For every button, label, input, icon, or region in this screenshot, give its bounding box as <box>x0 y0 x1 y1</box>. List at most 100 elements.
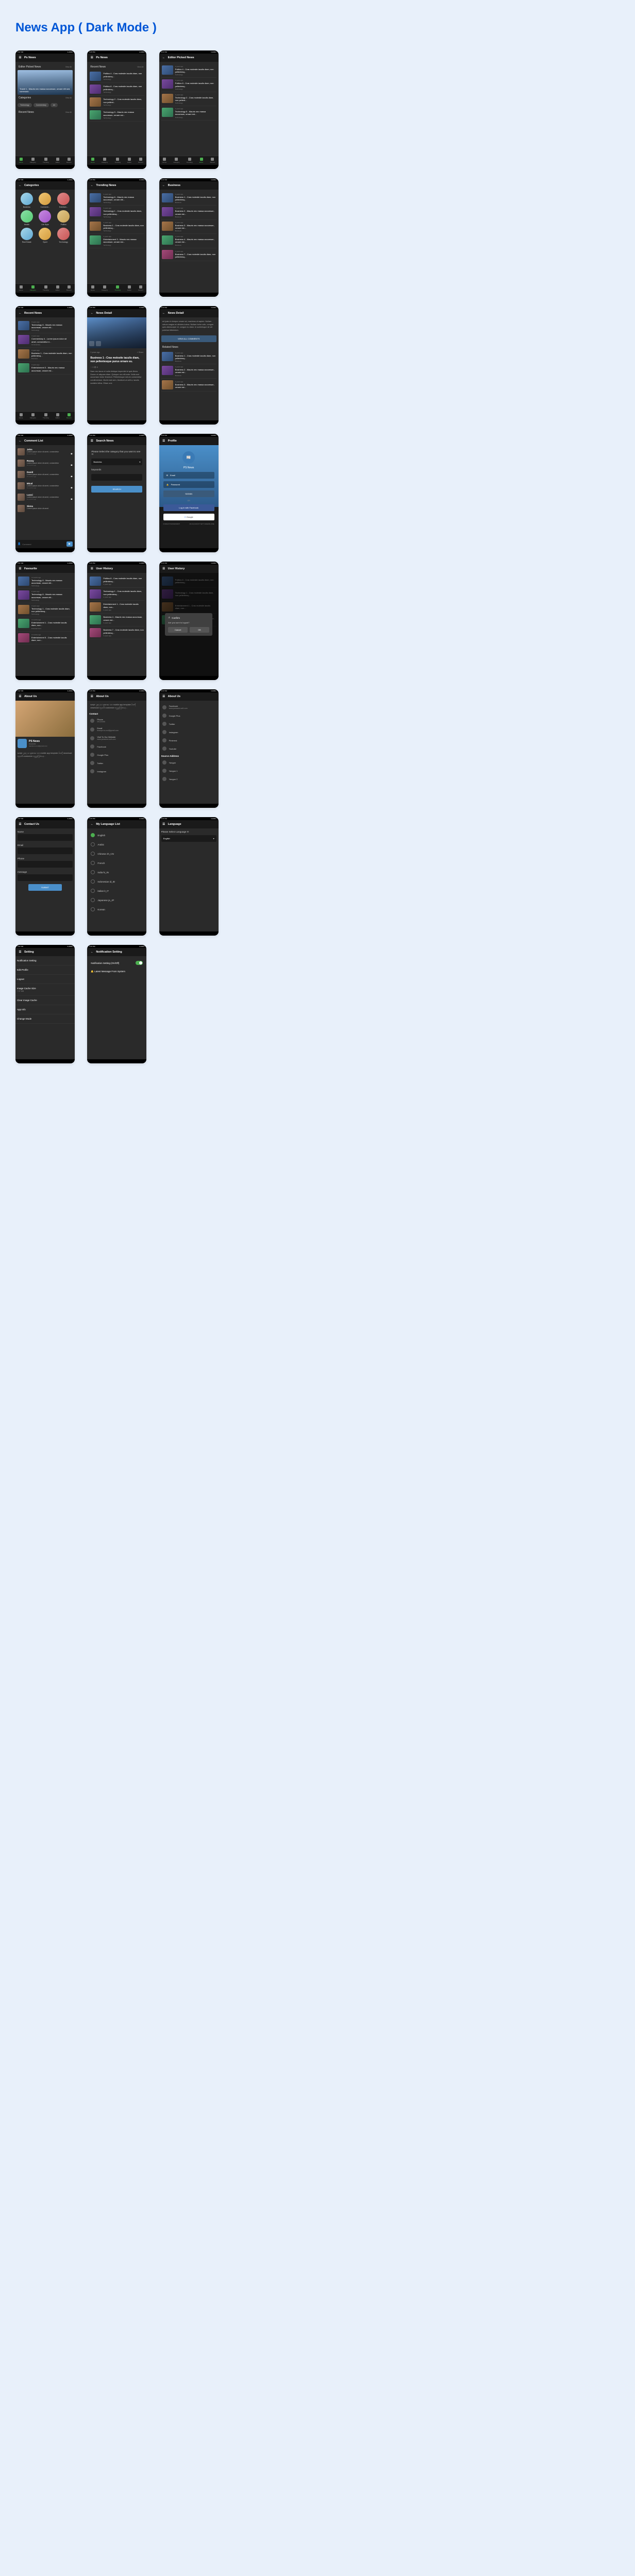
email-input[interactable] <box>18 848 73 854</box>
news-item[interactable]: 3 years agoTechnology 1 - Cras molestie … <box>89 206 144 219</box>
social-twitter[interactable]: Twitter <box>89 759 144 767</box>
language-item[interactable]: English <box>89 831 144 840</box>
tab-category[interactable]: Category <box>30 158 36 163</box>
news-item[interactable]: 4 years agoTechnology 5 - Mauris nec mas… <box>161 106 216 120</box>
address-item[interactable]: Yangon <box>161 758 216 767</box>
news-item[interactable]: 3 months agoTechnology 6 - Mauris nec ma… <box>18 575 73 589</box>
social-facebook[interactable]: Facebook <box>89 742 144 751</box>
category-item[interactable]: Health <box>19 210 35 226</box>
news-item[interactable]: Entertainment 1 - Cras molestie iaculis … <box>89 601 144 614</box>
back-icon[interactable]: ← <box>162 56 166 60</box>
language-item[interactable]: Arabic <box>89 840 144 849</box>
category-item[interactable]: Sport <box>37 228 54 243</box>
cancel-button[interactable]: Cancel <box>168 627 188 633</box>
news-item[interactable]: Technology 5 - Mauris nec massa accumsan… <box>89 109 144 122</box>
menu-icon[interactable]: ☰ <box>90 439 94 443</box>
email-field[interactable]: ✉Email <box>163 472 214 479</box>
social-pinterest[interactable]: Pinterest <box>161 736 216 744</box>
category-select[interactable]: Business▾ <box>91 459 142 465</box>
news-item[interactable]: 4 years agoPolitics 4 - Cras molestie ia… <box>161 64 216 78</box>
news-item[interactable]: 3 years agoBusiness 1 - Cras molestie ia… <box>18 348 73 362</box>
social-facebook[interactable]: Facebookwww.panacea-soft.com <box>161 703 216 711</box>
news-item[interactable]: Politics 8 - Cras molestie iaculis diam,… <box>89 83 144 96</box>
tab-home[interactable]: Home <box>91 285 95 291</box>
tab-category[interactable]: Category <box>30 285 36 291</box>
view-all-link[interactable]: View All <box>65 66 72 68</box>
tab-recent[interactable]: Recent <box>66 158 72 163</box>
news-item[interactable]: Business 4 - Mauris nec massa accumsan, … <box>89 614 144 626</box>
news-item[interactable]: 3 years agoBusiness 1 - Cras molestie ia… <box>161 350 216 364</box>
submit-button[interactable]: SUBMIT <box>28 884 61 891</box>
menu-icon[interactable]: ☰ <box>162 822 166 826</box>
tab-trending[interactable]: Trending <box>43 413 49 419</box>
news-item[interactable]: Politics 8 - Cras molestie iaculis diam,… <box>89 575 144 588</box>
forgot-password-link[interactable]: FORGOT PASSWORD? <box>163 523 180 525</box>
social-instagram[interactable]: Instagram <box>89 767 144 775</box>
category-item[interactable]: Comment... <box>37 193 54 208</box>
tab-recent[interactable]: Recent <box>138 285 143 291</box>
ok-button[interactable]: OK <box>190 627 209 633</box>
view-all-link[interactable]: View All <box>65 97 72 99</box>
news-item[interactable]: Business 7 - Cras molestie iaculis diam,… <box>89 626 144 639</box>
category-item[interactable]: Real Estate <box>19 228 35 243</box>
comment-item[interactable]: JohnLorem ipsum dolor sit amet, consecte… <box>16 446 74 457</box>
news-item[interactable]: 3 months agoEntertainment 5 - Cras moles… <box>18 632 73 645</box>
language-item[interactable]: Korean <box>89 905 144 914</box>
search-button[interactable]: SEARCH <box>91 486 142 493</box>
tab-home[interactable]: Home <box>19 285 23 291</box>
latest-message-row[interactable]: 🔔 Latest Message From System <box>89 968 144 976</box>
chip[interactable]: Art <box>51 103 58 107</box>
news-item[interactable]: 3 years agoEntertainment 3 - Mauris nec … <box>89 234 144 248</box>
news-item[interactable]: 3 years agoTechnology 6 - Mauris nec mas… <box>89 192 144 206</box>
hero-card[interactable]: Travel 1 - Mauris nec massa accumsan, or… <box>18 70 73 95</box>
facebook-login-button[interactable]: Log in with Facebook <box>163 504 214 511</box>
setting-change-mode[interactable]: Change Mode <box>15 1014 75 1024</box>
news-item[interactable]: 3 years agoBusiness 2 - Mauris nec massa… <box>161 206 216 219</box>
category-item[interactable]: Politics <box>55 210 72 226</box>
news-item[interactable]: 3 months agoEntertainment 1 - Cras moles… <box>18 617 73 631</box>
signin-button[interactable]: SIGNIN <box>163 490 214 497</box>
tab-recent[interactable]: Recent <box>66 285 72 291</box>
comment-item[interactable]: RoosyLorem ipsum dolor sit amet, consect… <box>16 457 74 469</box>
social-instagram[interactable]: Instagram <box>161 728 216 736</box>
contact-email[interactable]: Emailteamps.is.cool@gmail.com <box>89 725 144 734</box>
news-item[interactable]: 3 years agoBusiness 1 - Cras molestie ia… <box>161 192 216 206</box>
back-icon[interactable]: ← <box>90 311 94 315</box>
tab-home[interactable]: Home <box>91 158 95 163</box>
menu-icon[interactable]: ☰ <box>90 694 94 699</box>
menu-icon[interactable]: ☰ <box>18 950 22 954</box>
setting-cache-size[interactable]: Image Cache Size7.37 MB <box>15 984 75 996</box>
name-input[interactable] <box>18 834 73 841</box>
language-item[interactable]: italian it_IT <box>89 886 144 895</box>
menu-icon[interactable]: ☰ <box>18 822 22 826</box>
language-item[interactable]: Japanese ja_JP <box>89 895 144 905</box>
chip[interactable]: Commentary <box>34 103 49 107</box>
contact-website[interactable]: Visit To Our Websitewww.panacea-soft.com <box>89 734 144 742</box>
setting-notification[interactable]: Notification Setting <box>15 956 75 965</box>
news-item[interactable]: Politics 4 - Cras molestie iaculis diam,… <box>89 70 144 83</box>
news-item[interactable]: 4 years agoTechnology 2 - Cras molestie … <box>161 92 216 106</box>
tab-editor[interactable]: Editor <box>199 158 204 163</box>
tab-home[interactable]: Home <box>19 413 23 419</box>
phone-input[interactable] <box>18 861 73 868</box>
password-field[interactable]: 🔒Password <box>163 481 214 488</box>
language-item[interactable]: Chinese zh_CN <box>89 849 144 858</box>
tab-category[interactable]: Category <box>102 158 108 163</box>
send-button[interactable]: ▶ <box>66 541 73 547</box>
news-item[interactable]: 4 years agoBusiness 3 - Mauris nec massa… <box>161 379 216 392</box>
social-googleplus[interactable]: Google Plus <box>161 711 216 720</box>
tab-editor[interactable]: Editor <box>56 285 60 291</box>
setting-logout[interactable]: Logout <box>15 975 75 984</box>
back-icon[interactable]: ← <box>18 311 22 315</box>
news-item[interactable]: 3 years agoTechnology 1 - Cras molestie … <box>18 603 73 617</box>
tab-trending[interactable]: Trending <box>43 158 49 163</box>
setting-clear-cache[interactable]: Clear Image Cache <box>15 996 75 1005</box>
news-item[interactable]: 2 years agoBusiness 3 - Mauris nec massa… <box>161 220 216 234</box>
view-all-link[interactable]: View All <box>137 66 143 68</box>
share-icon[interactable] <box>96 341 101 346</box>
language-item[interactable]: French <box>89 858 144 868</box>
back-icon[interactable]: ← <box>162 311 166 315</box>
notification-toggle[interactable] <box>136 961 143 965</box>
language-item[interactable]: India hi_IN <box>89 868 144 877</box>
menu-icon[interactable]: ☰ <box>162 694 166 699</box>
